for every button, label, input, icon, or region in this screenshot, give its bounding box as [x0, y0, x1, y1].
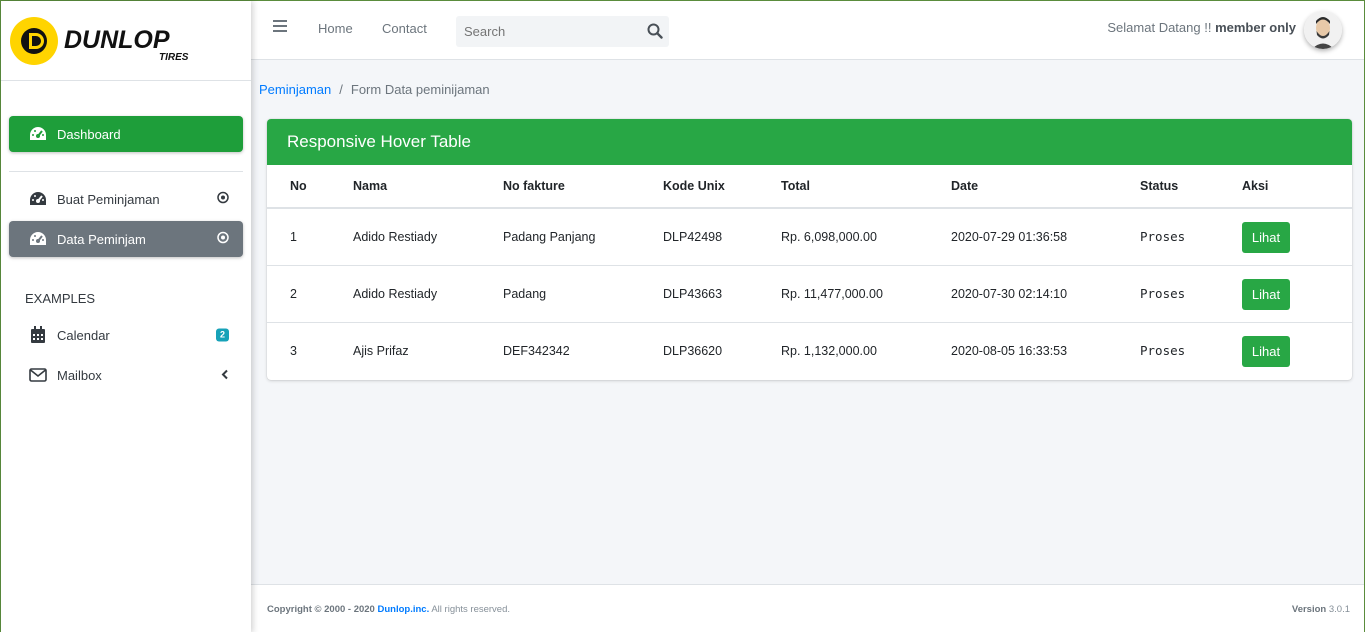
cell-status: Proses — [1140, 208, 1242, 266]
tachometer-icon — [27, 188, 49, 210]
sidebar-item-label: Mailbox — [57, 367, 102, 383]
cell-fakture: DEF342342 — [503, 343, 570, 358]
lihat-button[interactable]: Lihat — [1242, 279, 1290, 310]
cell-fakture: Padang — [503, 265, 663, 323]
svg-text:DUNLOP: DUNLOP — [64, 26, 170, 54]
table-header-row: No Nama No fakture Kode Unix Total Date … — [267, 165, 1352, 209]
cell-date: 2020-07-30 02:14:10 — [951, 265, 1140, 323]
sidebar-divider — [9, 171, 243, 172]
sidebar-item-label: Buat Peminjaman — [57, 191, 160, 207]
calendar-icon — [27, 324, 49, 346]
calendar-count-badge: 2 — [215, 328, 229, 342]
sidebar-item-buat-peminjaman[interactable]: Buat Peminjaman — [9, 181, 243, 217]
cell-fakture: Padang Panjang — [503, 208, 663, 266]
user-avatar[interactable] — [1304, 11, 1342, 49]
copyright-text: Copyright © 2000 - 2020 — [267, 604, 375, 615]
cell-action: Lihat — [1242, 265, 1352, 323]
cell-date: 2020-08-05 16:33:53 — [951, 343, 1068, 358]
column-header: Date — [951, 165, 1140, 209]
footer: Copyright © 2000 - 2020 Dunlop.inc. All … — [251, 584, 1364, 632]
column-header: No — [267, 165, 353, 209]
sidebar-item-data-peminjam[interactable]: Data Peminjam — [9, 221, 243, 257]
version-number: 3.0.1 — [1328, 604, 1350, 615]
circle-dot-icon — [217, 231, 229, 247]
cell-total: Rp. 6,098,000.00 — [781, 208, 951, 266]
cell-no: 1 — [267, 208, 353, 266]
breadcrumb-link-peminjaman[interactable]: Peminjaman — [259, 82, 331, 97]
hamburger-menu-icon[interactable] — [273, 20, 287, 35]
brand-logo[interactable]: DUNLOP TIRES — [1, 1, 251, 81]
footer-version: Version 3.0.1 — [1292, 604, 1350, 615]
sidebar-item-mailbox[interactable]: Mailbox — [9, 357, 243, 393]
cell-kode: DLP36620 — [663, 343, 723, 358]
cell-no: 3 — [290, 343, 297, 358]
cell-status: Proses — [1140, 343, 1186, 359]
column-header: Nama — [353, 165, 503, 209]
cell-kode: DLP42498 — [663, 208, 781, 266]
column-header: Status — [1140, 165, 1242, 209]
lihat-button[interactable]: Lihat — [1242, 222, 1290, 254]
chevron-left-icon — [221, 368, 229, 383]
search-form — [456, 16, 669, 47]
svg-text:TIRES: TIRES — [159, 52, 189, 63]
dunlop-logo-icon: DUNLOP TIRES — [10, 16, 189, 65]
sidebar-item-dashboard[interactable]: Dashboard — [9, 116, 243, 152]
column-header: Aksi — [1242, 165, 1352, 209]
cell-kode: DLP43663 — [663, 265, 781, 323]
envelope-icon — [27, 364, 49, 386]
cell-nama: Adido Restiady — [353, 208, 503, 266]
tachometer-icon — [27, 123, 49, 145]
cell-action: Lihat — [1242, 322, 1352, 379]
search-icon[interactable] — [647, 23, 663, 42]
footer-copyright: Copyright © 2000 - 2020 Dunlop.inc. All … — [267, 604, 510, 615]
lihat-button[interactable]: Lihat — [1242, 336, 1290, 368]
card-title: Responsive Hover Table — [267, 119, 1352, 165]
cell-status: Proses — [1140, 265, 1242, 323]
company-link[interactable]: Dunlop.inc. — [378, 604, 430, 615]
cell-date: 2020-07-29 01:36:58 — [951, 208, 1140, 266]
sidebar-item-calendar[interactable]: Calendar 2 — [9, 317, 243, 353]
welcome-user: member only — [1215, 20, 1296, 35]
table-row[interactable]: 1 Adido Restiady Padang Panjang DLP42498… — [267, 208, 1352, 266]
welcome-text: Selamat Datang !! — [1107, 20, 1212, 35]
breadcrumb-separator: / — [339, 82, 343, 97]
loan-table-card: Responsive Hover Table No Nama No faktur… — [267, 119, 1352, 380]
nav-link-home[interactable]: Home — [318, 21, 353, 36]
version-label: Version — [1291, 604, 1327, 615]
column-header: Kode Unix — [663, 165, 781, 209]
loan-table: No Nama No fakture Kode Unix Total Date … — [267, 165, 1352, 379]
cell-nama: Ajis Prifaz — [353, 343, 409, 358]
tachometer-icon — [27, 228, 49, 250]
sidebar-section-header: EXAMPLES — [25, 291, 96, 306]
column-header: No fakture — [503, 165, 663, 209]
welcome-message: Selamat Datang !! member only — [1107, 20, 1296, 35]
table-row[interactable]: 3 Ajis Prifaz DEF342342 DLP36620 Rp. 1,1… — [267, 322, 1352, 379]
rights-text: All rights reserved. — [431, 604, 511, 615]
nav-link-contact[interactable]: Contact — [382, 21, 427, 36]
cell-total: Rp. 11,477,000.00 — [781, 265, 951, 323]
search-input[interactable] — [456, 24, 626, 39]
column-header: Total — [781, 165, 951, 209]
table-row[interactable]: 2 Adido Restiady Padang DLP43663 Rp. 11,… — [267, 265, 1352, 323]
cell-no: 2 — [267, 265, 353, 323]
cell-nama: Adido Restiady — [353, 265, 503, 323]
sidebar-item-label: Data Peminjam — [57, 231, 146, 247]
cell-total: Rp. 1,132,000.00 — [781, 343, 877, 358]
breadcrumb: Peminjaman / Form Data peminijaman — [259, 82, 490, 97]
top-navbar: Home Contact Selamat Datang !! member on… — [251, 1, 1364, 60]
cell-action: Lihat — [1242, 208, 1352, 266]
sidebar-item-label: Dashboard — [57, 126, 121, 142]
circle-dot-icon — [217, 191, 229, 207]
sidebar: DUNLOP TIRES Dashboard Buat Peminjaman D… — [1, 1, 251, 632]
sidebar-item-label: Calendar — [57, 327, 110, 343]
breadcrumb-current: Form Data peminijaman — [350, 82, 490, 97]
